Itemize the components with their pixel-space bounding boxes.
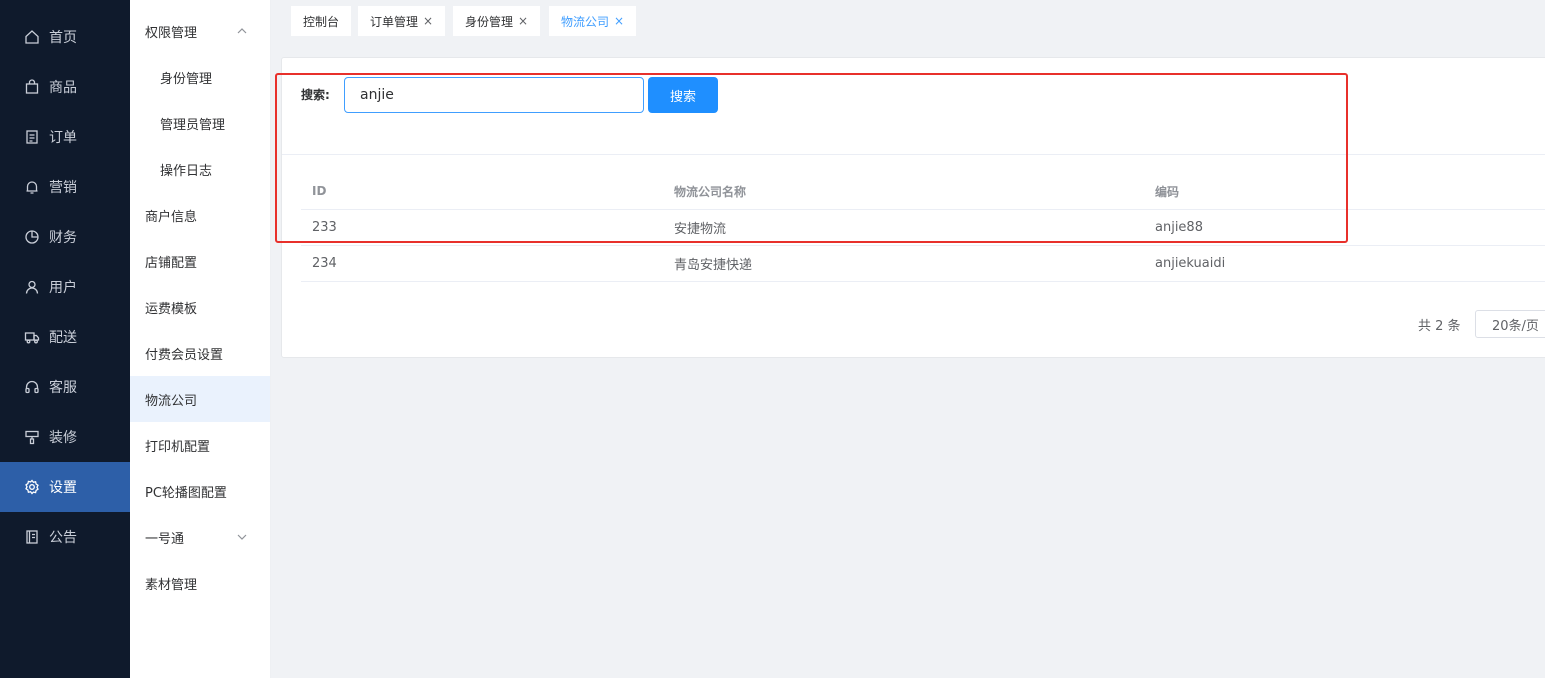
submenu-label: 物流公司: [145, 393, 198, 409]
tab-label: 订单管理: [370, 14, 419, 29]
logistics-table: ID 物流公司名称 编码 233 安捷物流 anjie88 234 青岛安捷快递…: [301, 173, 1545, 282]
nav-item-notice[interactable]: 公告: [0, 512, 130, 562]
submenu-label: 运费模板: [145, 301, 198, 317]
truck-icon: [24, 329, 40, 345]
submenu-item-roles[interactable]: 身份管理: [130, 54, 270, 100]
tab-label: 物流公司: [561, 14, 610, 29]
submenu-item-logs[interactable]: 操作日志: [130, 146, 270, 192]
nav-item-label: 首页: [49, 30, 77, 46]
column-header-name[interactable]: 物流公司名称: [674, 173, 746, 209]
chevron-up-icon: [237, 28, 247, 34]
submenu-label: 打印机配置: [145, 439, 211, 455]
cell-id: 233: [312, 220, 337, 235]
nav-item-settings[interactable]: 设置: [0, 462, 130, 512]
cell-code: anjiekuaidi: [1155, 256, 1226, 271]
submenu-item-logistics[interactable]: 物流公司: [130, 376, 270, 422]
logistics-card: 搜索: 搜索 ID 物流公司名称 编码 233 安捷物流 anjie88 234…: [281, 57, 1545, 358]
submenu-label: 一号通: [145, 531, 185, 547]
cell-code: anjie88: [1155, 220, 1203, 235]
nav-item-label: 商品: [49, 80, 77, 96]
submenu-permission-group[interactable]: 权限管理: [130, 8, 270, 54]
nav-item-label: 设置: [49, 480, 77, 496]
submenu-label: 付费会员设置: [145, 347, 224, 363]
table-header-row: ID 物流公司名称 编码: [301, 173, 1545, 210]
document-icon: [24, 129, 40, 145]
bell-icon: [24, 179, 40, 195]
submenu-item-merchant[interactable]: 商户信息: [130, 192, 270, 238]
tab-logistics[interactable]: 物流公司 ×: [549, 6, 637, 36]
submenu-item-media[interactable]: 素材管理: [130, 560, 270, 606]
submenu-item-store-config[interactable]: 店铺配置: [130, 238, 270, 284]
nav-item-orders[interactable]: 订单: [0, 112, 130, 162]
submenu-label: 素材管理: [145, 577, 198, 593]
nav-item-service[interactable]: 客服: [0, 362, 130, 412]
cell-name: 安捷物流: [674, 222, 727, 237]
brush-icon: [24, 429, 40, 445]
nav-item-label: 用户: [49, 280, 77, 296]
nav-item-label: 客服: [49, 380, 77, 396]
table-row[interactable]: 234 青岛安捷快递 anjiekuaidi: [301, 246, 1545, 282]
chevron-down-icon: [237, 534, 247, 540]
tab-label: 身份管理: [465, 14, 514, 29]
column-header-id[interactable]: ID: [312, 173, 326, 209]
submenu-label: 权限管理: [145, 25, 198, 41]
notice-icon: [24, 529, 40, 545]
divider: [282, 154, 1545, 155]
submenu-label: PC轮播图配置: [145, 485, 227, 501]
headset-icon: [24, 379, 40, 395]
nav-item-label: 营销: [49, 180, 77, 196]
submenu-item-membership[interactable]: 付费会员设置: [130, 330, 270, 376]
tab-label: 控制台: [303, 14, 340, 29]
nav-item-label: 公告: [49, 530, 77, 546]
nav-item-label: 订单: [49, 130, 77, 146]
nav-item-finance[interactable]: 财务: [0, 212, 130, 262]
submenu-label: 店铺配置: [145, 255, 198, 271]
pagination-total: 共 2 条: [1418, 319, 1461, 334]
search-input[interactable]: [344, 77, 644, 113]
page-size-value: 20条/页: [1492, 318, 1539, 334]
main-nav: 首页 商品 订单 营销 财务 用户 配送 客服 装修 设置 公告: [0, 0, 130, 678]
nav-item-products[interactable]: 商品: [0, 62, 130, 112]
submenu-item-shipping-template[interactable]: 运费模板: [130, 284, 270, 330]
submenu-label: 管理员管理: [160, 117, 226, 133]
close-icon[interactable]: ×: [518, 14, 528, 28]
settings-submenu: 权限管理 身份管理 管理员管理 操作日志 商户信息 店铺配置 运费模板 付费会员…: [130, 0, 271, 678]
submenu-label: 身份管理: [160, 71, 213, 87]
submenu-item-pc-banner[interactable]: PC轮播图配置: [130, 468, 270, 514]
submenu-yihaotong-group[interactable]: 一号通: [130, 514, 270, 560]
table-row[interactable]: 233 安捷物流 anjie88: [301, 210, 1545, 246]
tab-orders[interactable]: 订单管理 ×: [358, 6, 446, 36]
cell-name: 青岛安捷快递: [674, 258, 753, 273]
nav-item-label: 配送: [49, 330, 77, 346]
page-size-select[interactable]: 20条/页: [1475, 310, 1545, 338]
submenu-item-admins[interactable]: 管理员管理: [130, 100, 270, 146]
bag-icon: [24, 79, 40, 95]
search-label: 搜索:: [301, 88, 330, 102]
submenu-label: 操作日志: [160, 163, 213, 179]
nav-item-delivery[interactable]: 配送: [0, 312, 130, 362]
page-tabs: 控制台 订单管理 × 身份管理 × 物流公司 ×: [271, 0, 1545, 46]
cell-id: 234: [312, 256, 337, 271]
nav-item-decoration[interactable]: 装修: [0, 412, 130, 462]
nav-item-marketing[interactable]: 营销: [0, 162, 130, 212]
submenu-item-printer[interactable]: 打印机配置: [130, 422, 270, 468]
nav-item-label: 装修: [49, 430, 77, 446]
column-header-code[interactable]: 编码: [1155, 173, 1179, 209]
pie-chart-icon: [24, 229, 40, 245]
nav-item-home[interactable]: 首页: [0, 12, 130, 62]
gear-icon: [24, 479, 40, 495]
close-icon[interactable]: ×: [423, 14, 433, 28]
search-button[interactable]: 搜索: [648, 77, 718, 113]
tab-roles[interactable]: 身份管理 ×: [453, 6, 541, 36]
nav-item-users[interactable]: 用户: [0, 262, 130, 312]
submenu-label: 商户信息: [145, 209, 198, 225]
user-icon: [24, 279, 40, 295]
nav-item-label: 财务: [49, 230, 77, 246]
home-icon: [24, 29, 40, 45]
tab-dashboard[interactable]: 控制台: [291, 6, 352, 36]
close-icon[interactable]: ×: [614, 14, 624, 28]
